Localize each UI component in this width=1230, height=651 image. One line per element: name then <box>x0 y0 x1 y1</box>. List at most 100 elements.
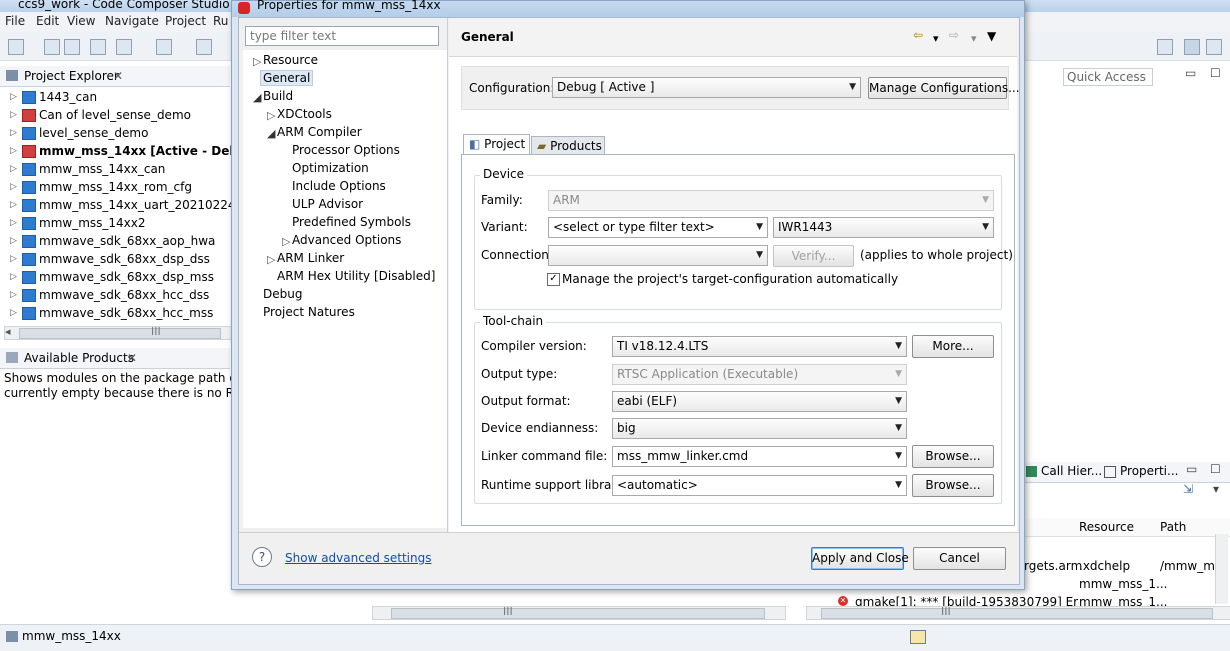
collapse-arrow-icon[interactable]: ◢ <box>267 127 275 140</box>
expand-arrow-icon[interactable]: ▷ <box>10 272 17 282</box>
expand-arrow-icon[interactable]: ▷ <box>10 110 17 120</box>
save-icon[interactable] <box>44 39 60 55</box>
tree-row[interactable]: ▷ 1443_can <box>0 88 230 106</box>
expand-arrow-icon[interactable]: ▷ <box>10 290 17 300</box>
project-explorer-hscrollbar[interactable]: ◂ III <box>4 325 232 340</box>
tab-project[interactable]: ◧ Project <box>463 134 530 154</box>
tab-call-hierarchy[interactable]: Call Hier... <box>1041 464 1102 478</box>
forward-menu-icon[interactable]: ▾ <box>971 32 977 45</box>
tree-row[interactable]: ▷ mmw_mss_14xx2 <box>0 214 230 232</box>
help-icon[interactable]: ? <box>252 547 272 567</box>
expand-arrow-icon[interactable]: ▷ <box>10 92 17 102</box>
column-resource[interactable]: Resource <box>1079 520 1134 534</box>
column-path[interactable]: Path <box>1160 520 1186 534</box>
tree-row[interactable]: ▷ mmw_mss_14xx_rom_cfg <box>0 178 230 196</box>
nav-arm-linker[interactable]: ARM Linker <box>277 251 344 265</box>
scroll-thumb[interactable] <box>821 608 1213 619</box>
problems-hscrollbar[interactable]: III <box>806 605 1230 620</box>
manage-configurations-button[interactable]: Manage Configurations... <box>868 77 1020 99</box>
nav-general[interactable]: General <box>260 70 314 86</box>
configuration-select[interactable]: Debug [ Active ] ▼ <box>552 77 861 98</box>
tree-row[interactable]: ▷ mmwave_sdk_68xx_dsp_dss <box>0 250 230 268</box>
tree-row[interactable]: ▷ level_sense_demo <box>0 124 230 142</box>
output-format-select[interactable]: eabi (ELF) ▼ <box>612 391 907 412</box>
expand-arrow-icon[interactable]: ▷ <box>10 236 17 246</box>
available-products-title[interactable]: Available Products <box>24 351 134 365</box>
verify-button[interactable]: Verify... <box>773 245 854 267</box>
tree-row[interactable]: ▷ Can of level_sense_demo <box>0 106 230 124</box>
manage-target-checkbox[interactable]: ✓ <box>547 273 560 286</box>
expand-arrow-icon[interactable]: ▷ <box>267 109 275 122</box>
tree-row[interactable]: ▷ mmwave_sdk_68xx_hcc_mss <box>0 304 230 322</box>
tree-row-active[interactable]: ▷ mmw_mss_14xx [Active - Debug] <box>0 142 261 160</box>
debug-icon[interactable] <box>116 39 132 55</box>
expand-arrow-icon[interactable]: ▷ <box>282 235 290 248</box>
family-select[interactable]: ARM ▼ <box>548 190 994 211</box>
variant-select[interactable]: IWR1443 ▼ <box>773 217 994 238</box>
endianness-select[interactable]: big ▼ <box>612 418 907 439</box>
browse-linker-button[interactable]: Browse... <box>912 445 994 468</box>
nav-xdctools[interactable]: XDCtools <box>277 107 332 121</box>
nav-predefined-symbols[interactable]: Predefined Symbols <box>292 215 411 229</box>
tree-row[interactable]: ▷ mmwave_sdk_68xx_dsp_mss <box>0 268 230 286</box>
browse-runtime-button[interactable]: Browse... <box>912 474 994 497</box>
output-type-select[interactable]: RTSC Application (Executable) ▼ <box>612 364 907 385</box>
tree-row[interactable]: ▷ mmwave_sdk_68xx_hcc_dss <box>0 286 230 304</box>
tree-row[interactable]: ▷ mmwave_sdk_68xx_aop_hwa <box>0 232 230 250</box>
minimize-icon[interactable]: ▭ <box>1186 462 1197 476</box>
nav-include-options[interactable]: Include Options <box>292 179 386 193</box>
back-arrow-icon[interactable]: ⇦ <box>913 28 923 42</box>
show-advanced-settings-link[interactable]: Show advanced settings <box>285 551 432 565</box>
view-menu-icon[interactable]: ▾ <box>1213 482 1219 496</box>
close-icon[interactable]: ✕ <box>113 69 123 83</box>
menu-navigate[interactable]: Navigate <box>105 14 159 28</box>
scroll-left-icon[interactable]: ◂ <box>5 325 11 338</box>
nav-advanced-options[interactable]: Advanced Options <box>292 233 401 247</box>
nav-debug[interactable]: Debug <box>263 287 302 301</box>
target-icon[interactable] <box>156 39 172 55</box>
nav-ulp-advisor[interactable]: ULP Advisor <box>292 197 363 211</box>
splitter[interactable] <box>447 18 448 532</box>
menu-run[interactable]: Ru <box>213 14 228 28</box>
apply-and-close-button[interactable]: Apply and Close <box>811 547 909 570</box>
maximize-icon[interactable]: ☐ <box>1210 462 1221 476</box>
terminal-icon[interactable] <box>90 39 106 55</box>
expand-arrow-icon[interactable]: ▷ <box>267 253 275 266</box>
forward-arrow-icon[interactable]: ⇨ <box>949 28 959 42</box>
ccs-edit-perspective-icon[interactable] <box>1184 39 1200 55</box>
expand-arrow-icon[interactable]: ▷ <box>10 254 17 264</box>
new-icon[interactable] <box>8 39 24 55</box>
nav-project-natures[interactable]: Project Natures <box>263 305 355 319</box>
more-button[interactable]: More... <box>912 335 994 358</box>
back-menu-icon[interactable]: ▾ <box>933 32 939 45</box>
nav-arm-hex-utility[interactable]: ARM Hex Utility [Disabled] <box>277 269 435 283</box>
tree-row[interactable]: ▷ mmw_mss_14xx_can <box>0 160 230 178</box>
nav-optimization[interactable]: Optimization <box>292 161 369 175</box>
variant-filter-combo[interactable]: <select or type filter text> ▼ <box>548 217 768 238</box>
scroll-thumb[interactable] <box>19 328 221 339</box>
save-all-icon[interactable] <box>64 39 80 55</box>
nav-build[interactable]: Build <box>263 89 293 103</box>
build-hammer-icon[interactable] <box>196 39 212 55</box>
expand-arrow-icon[interactable]: ▷ <box>10 218 17 228</box>
quick-access-field[interactable]: Quick Access <box>1063 68 1153 86</box>
expand-all-icon[interactable]: ⇲ <box>1183 482 1193 496</box>
tree-row[interactable]: ▷ mmw_mss_14xx_uart_20210224 <box>0 196 236 214</box>
expand-arrow-icon[interactable]: ▷ <box>253 55 261 68</box>
close-icon[interactable]: ✕ <box>127 351 137 365</box>
tab-products[interactable]: ▰ Products <box>531 136 605 155</box>
scroll-thumb[interactable] <box>391 608 765 619</box>
collapse-arrow-icon[interactable]: ◢ <box>253 91 261 104</box>
compiler-version-select[interactable]: TI v18.12.4.LTS ▼ <box>612 336 907 357</box>
maximize-icon[interactable]: ☐ <box>1210 66 1221 80</box>
menu-view[interactable]: View <box>67 14 95 28</box>
tab-properties[interactable]: Properti... <box>1120 464 1178 478</box>
menu-file[interactable]: File <box>5 14 25 28</box>
menu-edit[interactable]: Edit <box>36 14 59 28</box>
editor-hscrollbar[interactable]: III <box>372 605 786 620</box>
project-explorer-title[interactable]: Project Explorer <box>24 69 119 83</box>
minimize-icon[interactable]: ▭ <box>1185 66 1196 80</box>
problems-vscrollbar[interactable] <box>1215 534 1228 604</box>
nav-resource[interactable]: Resource <box>263 53 318 67</box>
menu-project[interactable]: Project <box>165 14 206 28</box>
